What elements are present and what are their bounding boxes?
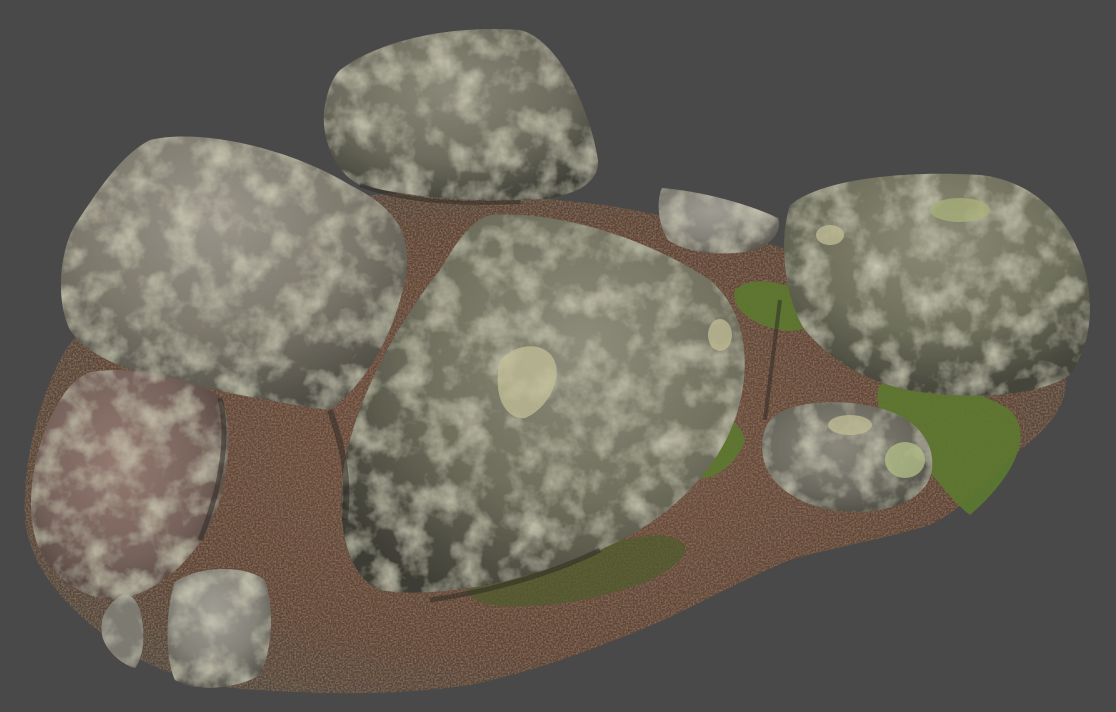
rock-bottom-small [167, 568, 272, 688]
viewport [0, 0, 1116, 712]
rock-small-flat [658, 188, 780, 254]
rock-top-center [323, 29, 599, 201]
rock-scan-scene [24, 29, 1090, 694]
